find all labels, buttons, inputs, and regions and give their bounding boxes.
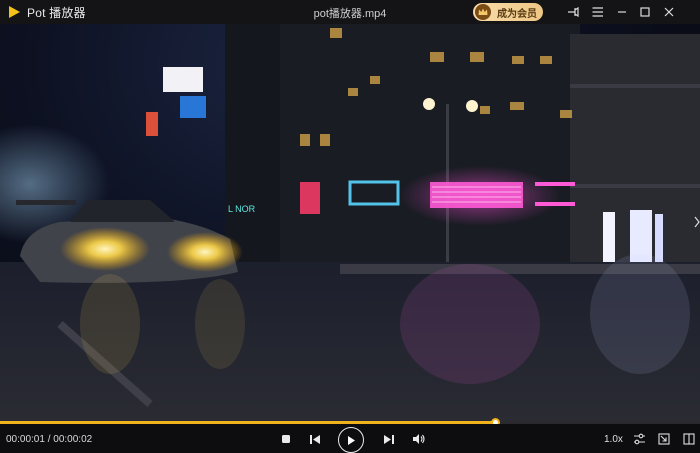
control-bar: 00:00:01 / 00:00:02 1.0x: [0, 424, 700, 453]
neon-sign-text: L NOR: [228, 204, 256, 214]
volume-icon[interactable]: [411, 432, 427, 446]
play-button[interactable]: [338, 427, 364, 453]
pin-icon[interactable]: [565, 4, 581, 20]
settings-sliders-icon[interactable]: [631, 431, 647, 447]
fullscreen-icon[interactable]: [681, 431, 697, 447]
pot-player-logo-icon: [9, 6, 20, 18]
title-bar: Pot 播放器 pot播放器.mp4 成为会员: [0, 0, 700, 24]
video-scene: L NOR: [0, 24, 700, 421]
minimize-icon[interactable]: [614, 4, 630, 20]
become-member-label: 成为会员: [497, 8, 537, 20]
play-icon: [348, 435, 355, 445]
playback-speed[interactable]: 1.0x: [604, 434, 623, 445]
previous-icon[interactable]: [308, 432, 322, 446]
video-frame[interactable]: L NOR: [0, 24, 700, 421]
maximize-icon[interactable]: [637, 4, 653, 20]
menu-icon[interactable]: [590, 4, 606, 20]
crown-icon: [475, 4, 491, 20]
app-name: Pot 播放器: [27, 5, 86, 20]
shrink-icon[interactable]: [656, 431, 672, 447]
stop-icon[interactable]: [279, 432, 293, 446]
side-panel-arrow-icon[interactable]: [694, 216, 700, 228]
close-icon[interactable]: [661, 4, 677, 20]
become-member-button[interactable]: 成为会员: [473, 3, 543, 21]
next-icon[interactable]: [382, 432, 396, 446]
time-display: 00:00:01 / 00:00:02: [6, 434, 93, 445]
